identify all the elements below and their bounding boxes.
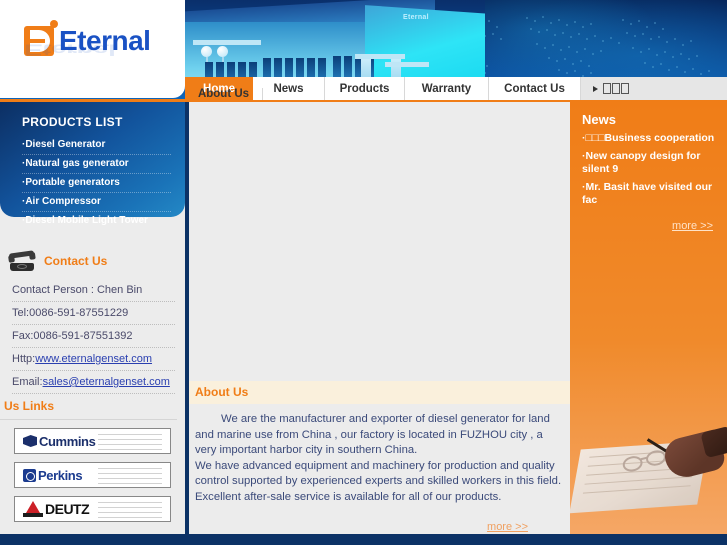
about-us-section: About Us We are the manufacturer and exp… [189,381,570,535]
contact-person: Contact Person : Chen Bin [12,279,175,302]
deutz-mark-icon [23,501,43,517]
sidebar-item-air-compressor[interactable]: ·Air Compressor [22,193,171,212]
us-links-title: Us Links [0,399,177,420]
partner-link-deutz[interactable]: DEUTZ [14,496,171,522]
contact-us-panel: Contact Us Contact Person : Chen Bin Tel… [0,250,185,394]
cummins-logo: Cummins [23,433,96,449]
about-paragraph-1: We are the manufacturer and exporter of … [195,413,550,456]
contact-fax: Fax:0086-591-87551392 [12,325,175,348]
sidebar-item-natural-gas-generator[interactable]: ·Natural gas generator [22,155,171,174]
news-item-business-cooperation[interactable]: ·□□□Business cooperation [582,130,719,148]
partner-link-cummins[interactable]: Cummins [14,428,171,454]
nav-item-warranty[interactable]: Warranty [405,77,489,100]
logo-accent-dot-icon [50,20,58,28]
nav-item-news[interactable]: News [253,77,325,100]
contact-us-header: Contact Us [0,250,185,271]
deutz-logo: DEUTZ [23,501,90,517]
sidebar-item-diesel-mobile-light-tower[interactable]: ·Diesel Mobile Light Tower [22,212,171,230]
contact-tel: Tel:0086-591-87551229 [12,302,175,325]
news-list: ·□□□Business cooperation ·New canopy des… [570,130,727,210]
decorative-lines [98,468,162,487]
news-item-new-canopy-design[interactable]: ·New canopy design for silent 9 [582,148,719,179]
content-placeholder-area [189,102,570,388]
about-us-heading: About Us [189,381,570,404]
about-us-body: We are the manufacturer and exporter of … [189,404,570,505]
banner-factory-logo: Eternal [403,14,429,21]
decorative-lines [98,434,162,453]
products-list-title: PRODUCTS LIST [22,115,123,129]
perkins-logo: Perkins [23,467,83,483]
contact-website-label: Http: [12,353,36,365]
about-more-wrap: more >> [189,505,570,535]
contact-email-row: Email:sales@eternalgenset.com [12,371,175,394]
products-list-panel: PRODUCTS LIST ·Diesel Generator ·Natural… [0,102,185,226]
desk-writing-photo [570,427,727,525]
contact-details-list: Contact Person : Chen Bin Tel:0086-591-8… [0,279,185,394]
news-item-mr-basit-visit[interactable]: ·Mr. Basit have visited our fac [582,179,719,210]
about-paragraph-2: We have advanced equipment and machinery… [195,459,562,503]
site-logo-box[interactable]: Eternal Eternal [0,0,185,98]
news-title: News [582,112,616,127]
missing-glyph-boxes-icon [603,83,629,94]
about-more-link[interactable]: more >> [487,521,528,533]
cummins-mark-icon [23,435,37,447]
nav-item-about-us[interactable]: About Us [185,88,263,100]
telephone-icon [8,250,36,271]
nav-item-chinese[interactable] [581,77,727,100]
perkins-mark-icon [23,468,36,482]
perkins-label: Perkins [38,467,83,483]
nav-item-contact-us[interactable]: Contact Us [489,77,581,100]
sidebar-item-portable-generators[interactable]: ·Portable generators [22,174,171,193]
main-navigation[interactable]: Home About Us News Products Warranty Con… [185,77,727,102]
logo-reflection: Eternal [24,40,116,58]
page-root: Eternal Eternal Eternal Home About Us Ne… [0,0,727,545]
cummins-label: Cummins [39,433,96,449]
partner-link-perkins[interactable]: Perkins [14,462,171,488]
footer-bar [0,534,727,545]
nav-item-products[interactable]: Products [325,77,405,100]
contact-email-link[interactable]: sales@eternalgenset.com [43,376,170,388]
contact-website-row: Http:www.eternalgenset.com [12,348,175,371]
contact-us-title: Contact Us [44,254,108,268]
main-content: About Us We are the manufacturer and exp… [185,102,570,535]
news-more-wrap: more >> [570,210,727,234]
deutz-label: DEUTZ [45,501,90,517]
contact-email-label: Email: [12,376,43,388]
news-more-link[interactable]: more >> [672,220,713,232]
arrow-right-icon [593,85,598,92]
news-sidebar: News ·□□□Business cooperation ·New canop… [570,102,727,535]
contact-website-link[interactable]: www.eternalgenset.com [35,353,152,365]
sidebar-item-diesel-generator[interactable]: ·Diesel Generator [22,136,171,155]
decorative-lines [98,502,162,521]
left-sidebar: PRODUCTS LIST ·Diesel Generator ·Natural… [0,99,185,545]
us-links-panel: Us Links Cummins Perkins DEUTZ [0,399,185,530]
